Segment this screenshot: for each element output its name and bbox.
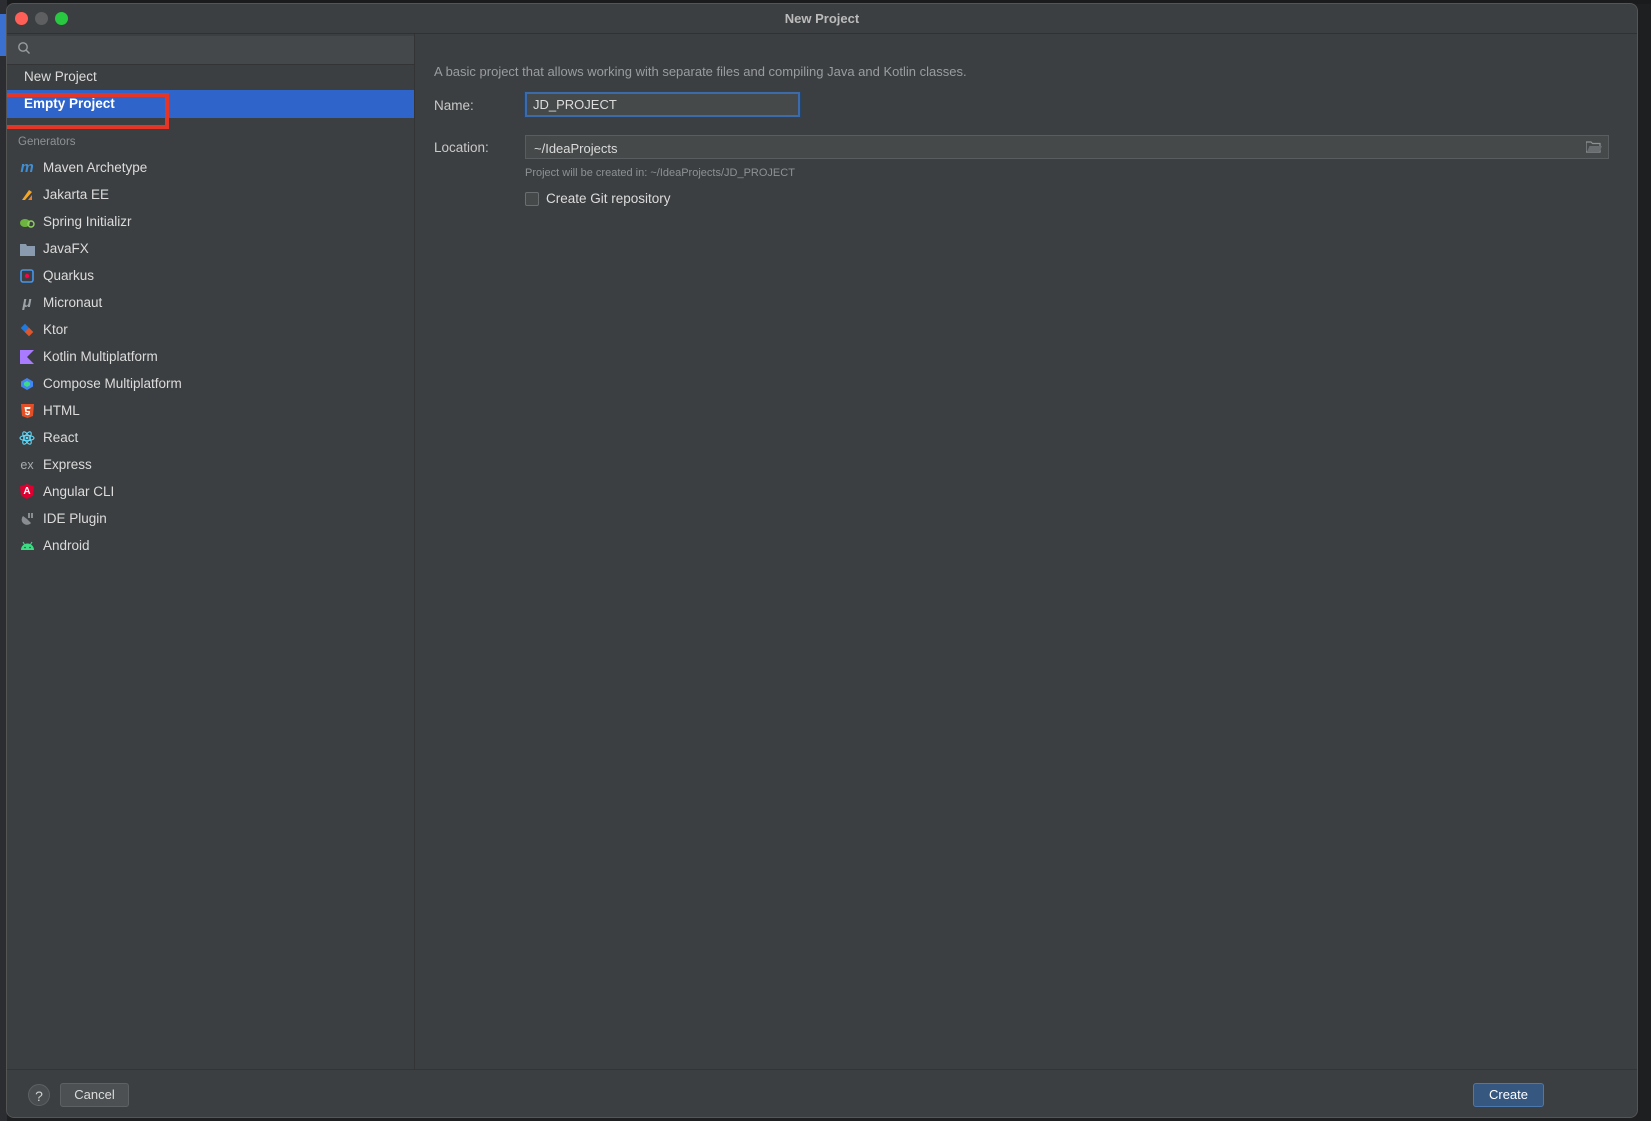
generator-compose-multiplatform[interactable]: Compose Multiplatform bbox=[7, 370, 414, 398]
search-icon bbox=[18, 42, 30, 54]
generator-label: Spring Initializr bbox=[43, 214, 132, 229]
generator-express[interactable]: ex Express bbox=[7, 451, 414, 479]
generator-android[interactable]: Android bbox=[7, 532, 414, 560]
generators-section-label: Generators bbox=[18, 136, 76, 148]
location-field[interactable] bbox=[525, 135, 1609, 159]
generator-react[interactable]: React bbox=[7, 424, 414, 452]
location-label: Location: bbox=[434, 140, 489, 155]
generator-label: Compose Multiplatform bbox=[43, 376, 182, 391]
ktor-icon bbox=[19, 322, 35, 338]
maximize-window-button[interactable] bbox=[55, 12, 68, 25]
sidebar-item-label: Empty Project bbox=[24, 96, 115, 111]
express-icon: ex bbox=[20, 458, 34, 472]
generator-label: Jakarta EE bbox=[43, 187, 110, 202]
android-icon bbox=[19, 538, 35, 554]
generator-html[interactable]: HTML bbox=[7, 397, 414, 425]
generator-quarkus[interactable]: Quarkus bbox=[7, 262, 414, 290]
sidebar-search[interactable] bbox=[7, 36, 414, 65]
ide-plugin-icon bbox=[19, 511, 35, 527]
cancel-button[interactable]: Cancel bbox=[60, 1083, 129, 1107]
generator-label: IDE Plugin bbox=[43, 511, 107, 526]
angular-icon: A bbox=[19, 484, 35, 500]
dialog-footer: ? Cancel Create bbox=[7, 1069, 1637, 1117]
sidebar-search-input[interactable] bbox=[35, 40, 399, 62]
project-description: A basic project that allows working with… bbox=[434, 64, 967, 79]
git-repository-checkbox[interactable] bbox=[525, 191, 539, 206]
generator-spring-initializr[interactable]: Spring Initializr bbox=[7, 208, 414, 236]
generator-label: React bbox=[43, 430, 79, 445]
project-settings-panel: A basic project that allows working with… bbox=[415, 34, 1637, 1069]
project-name-field[interactable] bbox=[524, 91, 801, 118]
generator-jakarta-ee[interactable]: Jakarta EE bbox=[7, 181, 414, 209]
minimize-window-button[interactable] bbox=[35, 12, 48, 25]
spring-icon bbox=[19, 214, 35, 230]
project-type-sidebar: New Project Empty Project Generators m M… bbox=[7, 34, 415, 1069]
generator-ktor[interactable]: Ktor bbox=[7, 316, 414, 344]
location-input[interactable] bbox=[532, 138, 1576, 158]
name-label: Name: bbox=[434, 98, 474, 113]
git-repository-label: Create Git repository bbox=[546, 191, 671, 206]
create-button[interactable]: Create bbox=[1473, 1083, 1544, 1107]
generator-micronaut[interactable]: μ Micronaut bbox=[7, 289, 414, 317]
javafx-icon bbox=[19, 241, 35, 257]
generator-kotlin-multiplatform[interactable]: Kotlin Multiplatform bbox=[7, 343, 414, 371]
maven-icon: m bbox=[20, 159, 34, 176]
sidebar-item-new-project[interactable]: New Project bbox=[7, 63, 414, 91]
close-window-button[interactable] bbox=[15, 12, 28, 25]
create-git-repository-option[interactable]: Create Git repository bbox=[525, 191, 671, 206]
react-icon bbox=[19, 430, 35, 446]
quarkus-icon bbox=[19, 268, 35, 284]
title-bar: New Project bbox=[7, 4, 1637, 34]
generator-label: Android bbox=[43, 538, 90, 553]
help-button[interactable]: ? bbox=[28, 1084, 50, 1106]
sidebar-item-empty-project[interactable]: Empty Project bbox=[7, 90, 414, 118]
generator-label: Maven Archetype bbox=[43, 160, 148, 175]
jakarta-ee-icon bbox=[19, 187, 35, 203]
html5-icon bbox=[19, 403, 35, 419]
generator-javafx[interactable]: JavaFX bbox=[7, 235, 414, 263]
generator-label: Micronaut bbox=[43, 295, 103, 310]
generator-ide-plugin[interactable]: IDE Plugin bbox=[7, 505, 414, 533]
generator-label: Ktor bbox=[43, 322, 68, 337]
generator-label: HTML bbox=[43, 403, 80, 418]
kotlin-icon bbox=[19, 349, 35, 365]
generator-angular-cli[interactable]: A Angular CLI bbox=[7, 478, 414, 506]
generator-label: Angular CLI bbox=[43, 484, 115, 499]
generator-label: Quarkus bbox=[43, 268, 95, 283]
generator-label: JavaFX bbox=[43, 241, 89, 256]
generator-maven-archetype[interactable]: m Maven Archetype bbox=[7, 154, 414, 182]
generator-label: Express bbox=[43, 457, 92, 472]
location-hint: Project will be created in: ~/IdeaProjec… bbox=[525, 167, 795, 179]
generator-label: Kotlin Multiplatform bbox=[43, 349, 158, 364]
compose-icon bbox=[19, 376, 35, 392]
micronaut-icon: μ bbox=[22, 294, 32, 311]
browse-folder-icon[interactable] bbox=[1586, 140, 1602, 154]
sidebar-item-label: New Project bbox=[24, 69, 97, 84]
new-project-dialog: New Project New Project Empty Project Ge… bbox=[6, 3, 1638, 1118]
window-title: New Project bbox=[784, 11, 860, 26]
